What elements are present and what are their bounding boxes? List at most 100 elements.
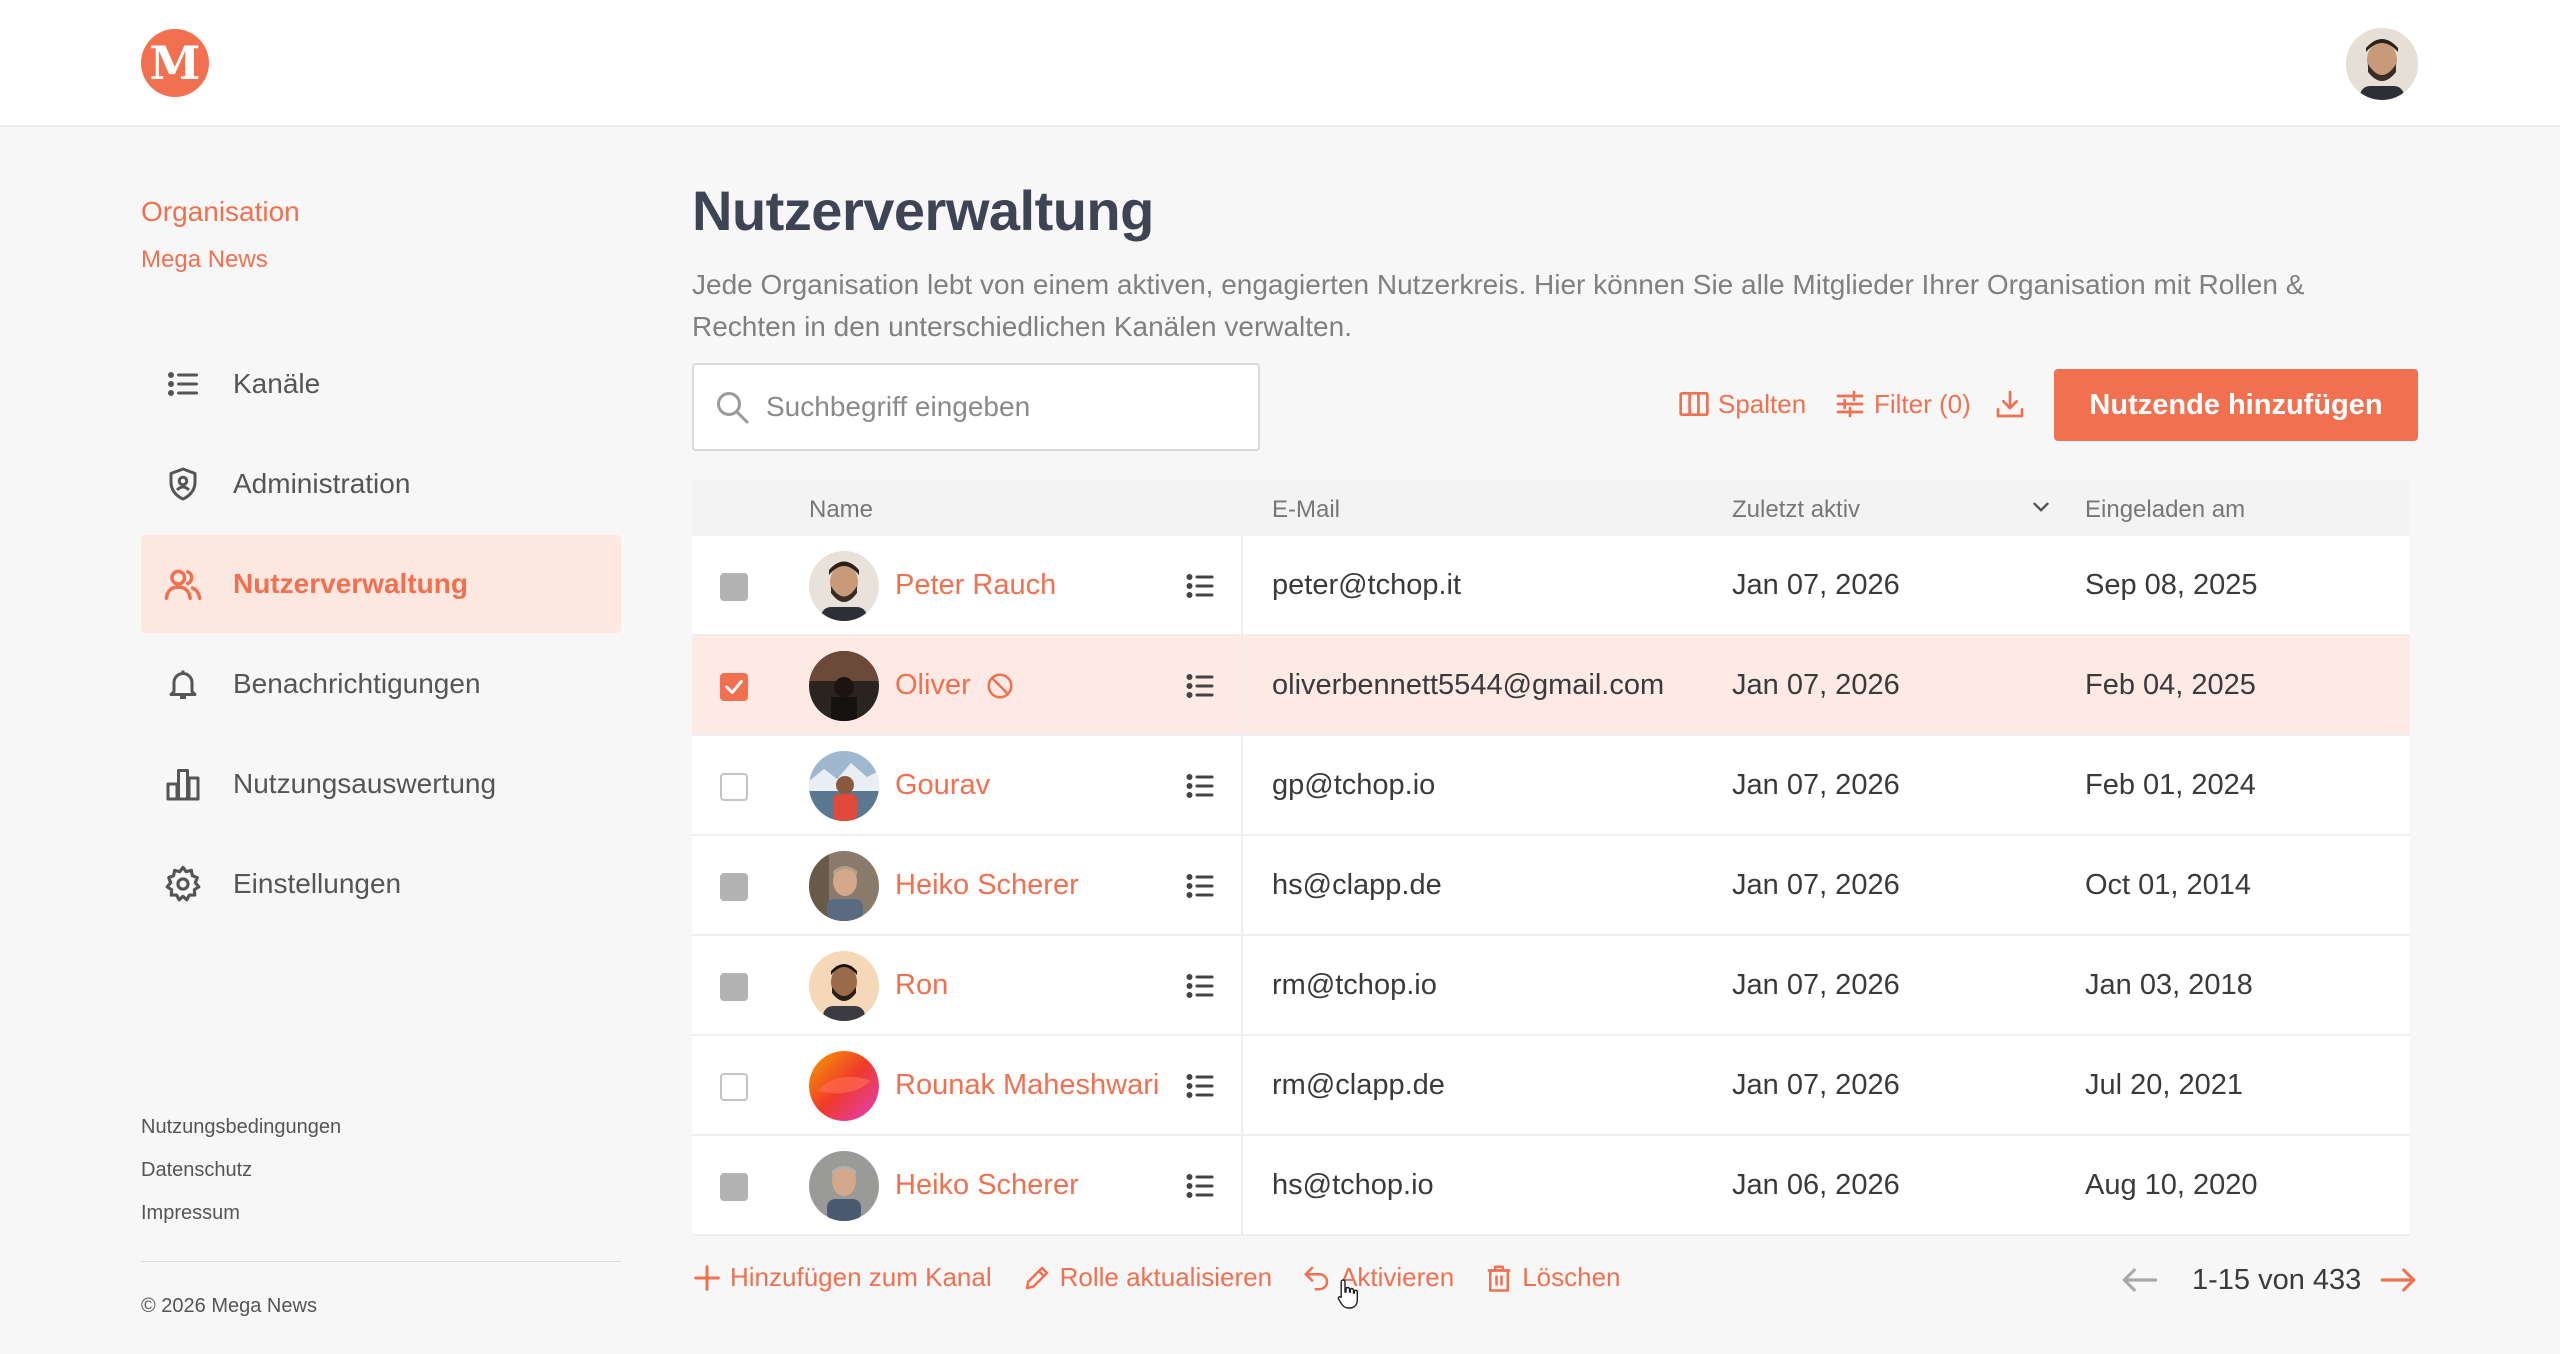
table-row[interactable]: Peter Rauch peter@tchop.it Jan 07, 2026 …: [692, 536, 2410, 636]
header-name[interactable]: Name: [809, 496, 873, 524]
sidebar-item-benachrichtigungen[interactable]: Benachrichtigungen: [141, 635, 621, 733]
download-icon: [1994, 388, 2026, 420]
sidebar-item-kanaele[interactable]: Kanäle: [141, 335, 621, 433]
column-divider: [1241, 936, 1243, 1036]
row-checkbox[interactable]: [720, 873, 748, 901]
page-title: Nutzerverwaltung: [692, 179, 1154, 242]
header-invited[interactable]: Eingeladen am: [2085, 496, 2245, 524]
table-header: Name E-Mail Zuletzt aktiv Eingeladen am: [692, 480, 2410, 536]
footer-link-terms[interactable]: Nutzungsbedingungen: [141, 1116, 341, 1138]
table-row[interactable]: Ron rm@tchop.io Jan 07, 2026 Jan 03, 201…: [692, 936, 2410, 1036]
row-checkbox[interactable]: [720, 573, 748, 601]
user-avatar[interactable]: [2346, 28, 2418, 100]
sidebar-item-einstellungen[interactable]: Einstellungen: [141, 835, 621, 933]
table-row[interactable]: Heiko Scherer hs@tchop.io Jan 06, 2026 A…: [692, 1136, 2410, 1236]
search-input[interactable]: [766, 391, 1226, 423]
pencil-icon: [1022, 1263, 1052, 1293]
columns-button[interactable]: Spalten: [1678, 388, 1806, 420]
update-role-button[interactable]: Rolle aktualisieren: [1022, 1262, 1272, 1293]
list-details-icon[interactable]: [1182, 568, 1218, 604]
org-name[interactable]: Mega News: [141, 246, 268, 274]
activate-button[interactable]: Aktivieren: [1302, 1262, 1454, 1293]
footer-divider: [141, 1261, 621, 1262]
org-label: Organisation: [141, 196, 300, 227]
download-button[interactable]: [1994, 388, 2034, 420]
cell-invited: Feb 01, 2024: [2085, 769, 2256, 801]
sidebar-item-nutzerverwaltung[interactable]: Nutzerverwaltung: [141, 535, 621, 633]
cell-last-active: Jan 06, 2026: [1732, 1169, 1900, 1201]
delete-button[interactable]: Löschen: [1484, 1262, 1621, 1293]
header-last-active[interactable]: Zuletzt aktiv: [1732, 496, 1860, 524]
add-user-button[interactable]: Nutzende hinzufügen: [2054, 369, 2418, 441]
cell-email: oliverbennett5544@gmail.com: [1272, 669, 1665, 701]
column-divider: [1241, 736, 1243, 836]
cell-email: hs@clapp.de: [1272, 869, 1442, 901]
list-details-icon[interactable]: [1182, 1068, 1218, 1104]
table-row[interactable]: Heiko Scherer hs@clapp.de Jan 07, 2026 O…: [692, 836, 2410, 936]
footer-link-imprint[interactable]: Impressum: [141, 1202, 341, 1224]
cell-email: rm@tchop.io: [1272, 969, 1437, 1001]
row-checkbox[interactable]: [720, 673, 748, 701]
prev-page-arrow-icon[interactable]: [2120, 1262, 2160, 1298]
user-avatar: [809, 851, 879, 921]
sidebar-item-label: Nutzerverwaltung: [233, 568, 468, 599]
top-bar: M: [0, 0, 2560, 127]
user-avatar: [809, 1051, 879, 1121]
list-details-icon[interactable]: [1182, 868, 1218, 904]
checkmark-icon: [725, 680, 743, 694]
user-name-link[interactable]: Gourav: [895, 769, 990, 802]
user-avatar: [809, 751, 879, 821]
columns-label: Spalten: [1718, 388, 1807, 419]
table-row[interactable]: Gourav gp@tchop.io Jan 07, 2026 Feb 01, …: [692, 736, 2410, 836]
brand-logo[interactable]: M: [141, 29, 209, 97]
cell-invited: Feb 04, 2025: [2085, 669, 2256, 701]
trash-icon: [1484, 1263, 1514, 1293]
avatar-portrait: [2346, 28, 2418, 100]
row-checkbox[interactable]: [720, 773, 748, 801]
list-details-icon[interactable]: [1182, 1168, 1218, 1204]
users-table: Name E-Mail Zuletzt aktiv Eingeladen am …: [692, 480, 2410, 1236]
cell-invited: Jul 20, 2021: [2085, 1069, 2244, 1101]
next-page-arrow-icon[interactable]: [2378, 1262, 2418, 1298]
footer-link-privacy[interactable]: Datenschutz: [141, 1159, 341, 1181]
search-box[interactable]: [692, 363, 1260, 451]
add-to-channel-button[interactable]: Hinzufügen zum Kanal: [692, 1262, 992, 1293]
gear-icon: [163, 864, 203, 904]
cell-email: peter@tchop.it: [1272, 569, 1462, 601]
list-details-icon[interactable]: [1182, 968, 1218, 1004]
table-row[interactable]: Oliver oliverbennett5544@gmail.com Jan 0…: [692, 636, 2410, 736]
sidebar-item-administration[interactable]: Administration: [141, 435, 621, 533]
pagination: 1-15 von 433: [2120, 1260, 2420, 1300]
user-name-link[interactable]: Rounak Maheshwari: [895, 1069, 1159, 1102]
row-checkbox[interactable]: [720, 1173, 748, 1201]
table-row[interactable]: Rounak Maheshwari rm@clapp.de Jan 07, 20…: [692, 1036, 2410, 1136]
row-checkbox[interactable]: [720, 973, 748, 1001]
filter-button[interactable]: Filter (0): [1834, 388, 1971, 420]
list-details-icon[interactable]: [1182, 768, 1218, 804]
hand-cursor-icon: [1336, 1278, 1360, 1310]
user-avatar: [809, 1151, 879, 1221]
row-checkbox[interactable]: [720, 1073, 748, 1101]
user-name-link[interactable]: Heiko Scherer: [895, 1169, 1079, 1202]
sort-chevron-down-icon[interactable]: [2028, 494, 2054, 520]
sidebar-item-nutzungsauswertung[interactable]: Nutzungsauswertung: [141, 735, 621, 833]
user-avatar: [809, 651, 879, 721]
cell-email: hs@tchop.io: [1272, 1169, 1434, 1201]
user-name-link[interactable]: Heiko Scherer: [895, 869, 1079, 902]
page-description: Jede Organisation lebt von einem aktiven…: [692, 269, 2305, 342]
footer-links: Nutzungsbedingungen Datenschutz Impressu…: [141, 1116, 341, 1245]
user-name-link[interactable]: Ron: [895, 969, 948, 1002]
user-name-link[interactable]: Peter Rauch: [895, 569, 1056, 602]
user-name-link[interactable]: Oliver: [895, 669, 1015, 702]
filter-label: Filter (0): [1874, 388, 1971, 419]
cell-last-active: Jan 07, 2026: [1732, 669, 1900, 701]
cell-last-active: Jan 07, 2026: [1732, 969, 1900, 1001]
cell-email: rm@clapp.de: [1272, 1069, 1445, 1101]
column-divider: [1241, 536, 1243, 636]
bell-icon: [163, 664, 203, 704]
cell-invited: Sep 08, 2025: [2085, 569, 2258, 601]
header-email[interactable]: E-Mail: [1272, 496, 1340, 524]
bar-chart-icon: [163, 764, 203, 804]
filter-sliders-icon: [1834, 388, 1866, 420]
list-details-icon[interactable]: [1182, 668, 1218, 704]
